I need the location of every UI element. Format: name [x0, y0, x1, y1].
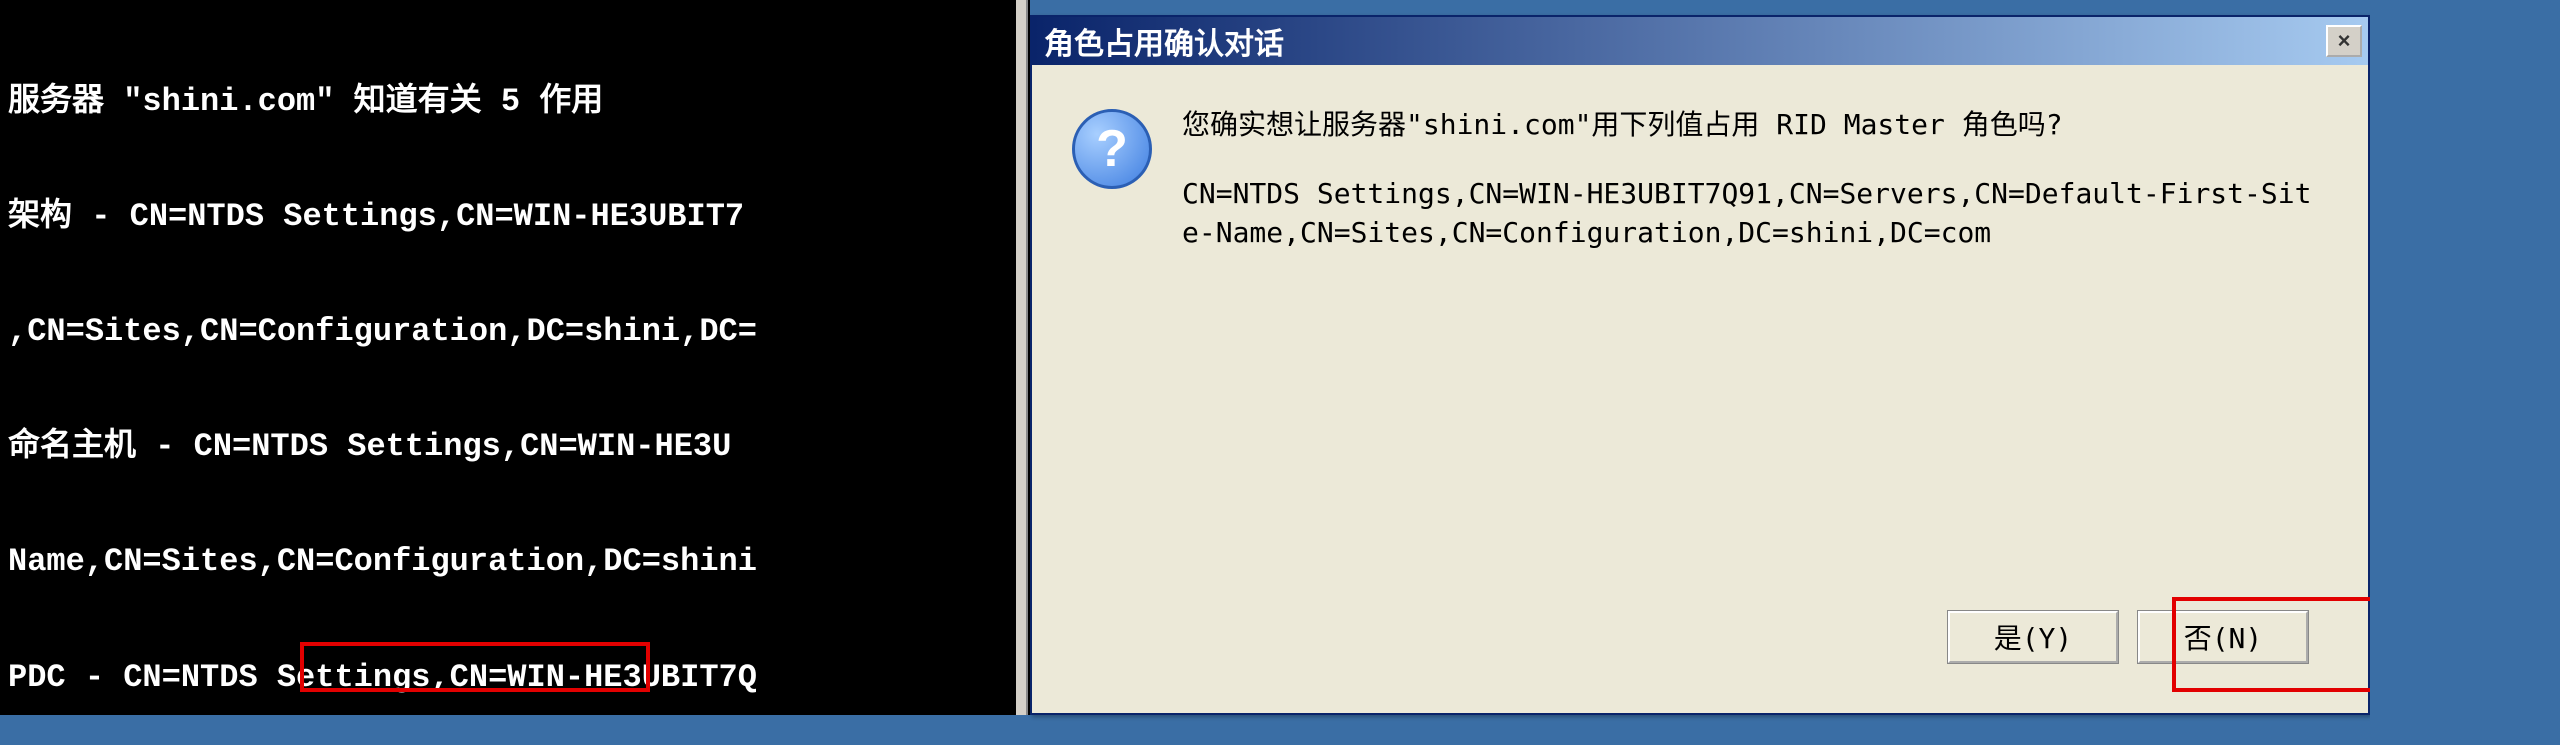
question-icon: ? [1072, 109, 1152, 189]
terminal-line: Name,CN=Sites,CN=Configuration,DC=shini [8, 543, 1022, 581]
terminal-line: 服务器 "shini.com" 知道有关 5 作用 [8, 83, 1022, 121]
desktop-background [2370, 0, 2560, 745]
window-border [1016, 0, 1028, 715]
close-button[interactable]: × [2326, 25, 2362, 57]
dialog-body: ? 您确实想让服务器"shini.com"用下列值占用 RID Master 角… [1032, 65, 2368, 713]
no-button[interactable]: 否(N) [2138, 611, 2308, 663]
terminal-line: ,CN=Sites,CN=Configuration,DC=shini,DC= [8, 313, 1022, 351]
terminal-line: 命名主机 - CN=NTDS Settings,CN=WIN-HE3U [8, 428, 1022, 466]
dialog-detail: CN=NTDS Settings,CN=WIN-HE3UBIT7Q91,CN=S… [1182, 174, 2328, 252]
dialog-message: 您确实想让服务器"shini.com"用下列值占用 RID Master 角色吗… [1182, 105, 2328, 144]
command-prompt-window[interactable]: 服务器 "shini.com" 知道有关 5 作用 架构 - CN=NTDS S… [0, 0, 1030, 715]
confirmation-dialog: 角色占用确认对话 × ? 您确实想让服务器"shini.com"用下列值占用 R… [1030, 15, 2370, 715]
terminal-line: 架构 - CN=NTDS Settings,CN=WIN-HE3UBIT7 [8, 198, 1022, 236]
dialog-titlebar[interactable]: 角色占用确认对话 × [1032, 17, 2368, 65]
close-icon: × [2338, 28, 2351, 54]
dialog-title: 角色占用确认对话 [1044, 19, 1284, 63]
terminal-line: PDC - CN=NTDS Settings,CN=WIN-HE3UBIT7Q [8, 659, 1022, 697]
yes-button[interactable]: 是(Y) [1948, 611, 2118, 663]
